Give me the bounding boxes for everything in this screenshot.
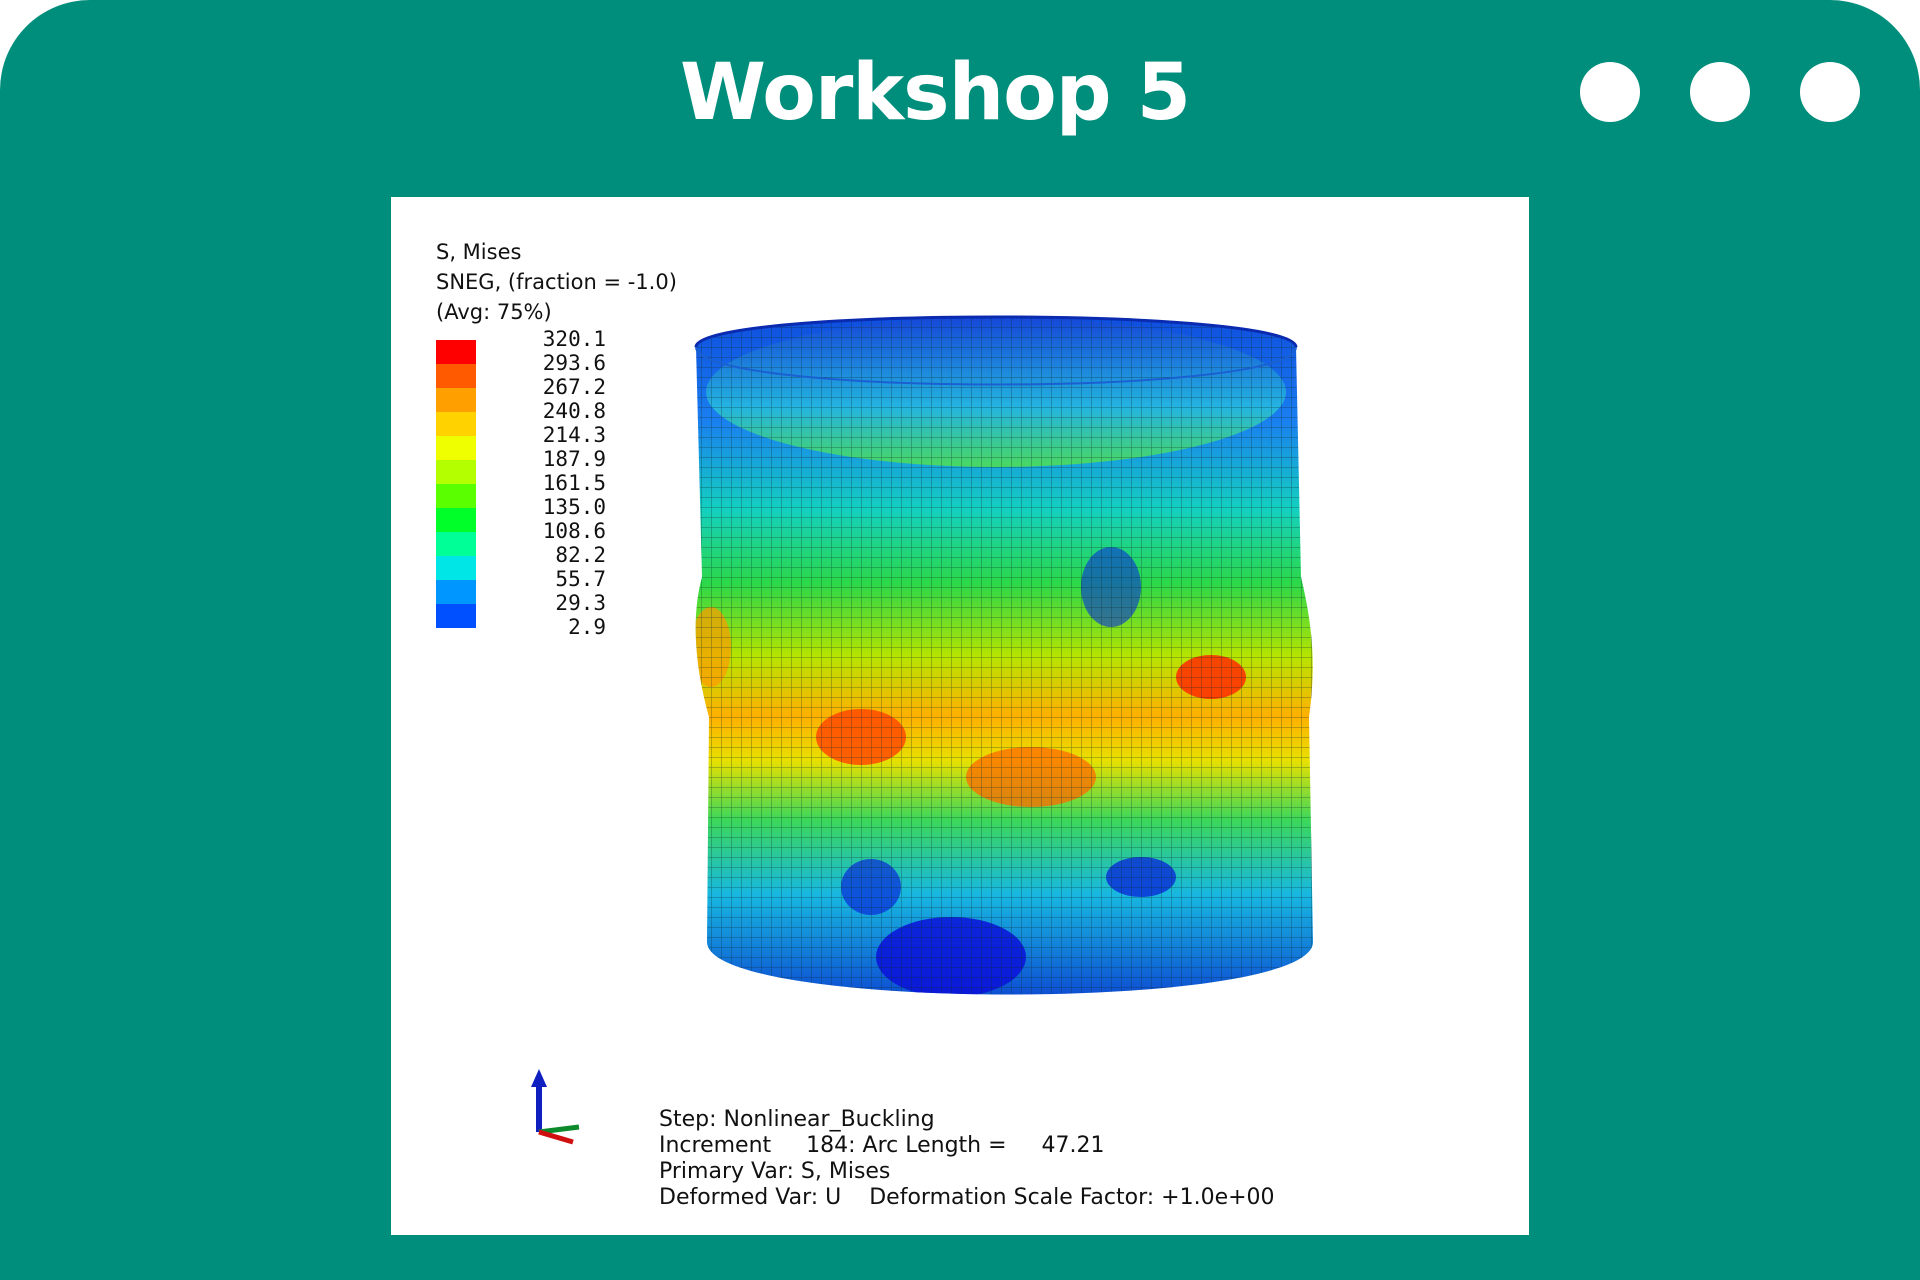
legend-value: 108.6 [542,519,606,543]
legend-swatch [436,556,476,580]
legend-value: 161.5 [542,471,606,495]
legend-value: 267.2 [542,375,606,399]
app-window: Workshop 5 S, Mises SNEG, (fraction = -1… [0,0,1920,1280]
legend-value: 2.9 [568,615,606,639]
legend-swatch [436,364,476,388]
legend-value: 55.7 [555,567,606,591]
step-label: Step: Nonlinear_Buckling [659,1107,935,1132]
legend-color-bar [436,340,476,628]
legend-value: 82.2 [555,543,606,567]
deformed-var-label: Deformed Var: U Deformation Scale Factor… [659,1185,1275,1210]
legend-value: 240.8 [542,399,606,423]
increment-label: Increment 184: Arc Length = 47.21 [659,1133,1105,1158]
menu-dot-icon[interactable] [1580,62,1640,122]
legend-swatch [436,412,476,436]
legend-value: 293.6 [542,351,606,375]
legend-swatch [436,340,476,364]
menu-dot-icon[interactable] [1690,62,1750,122]
legend-value: 187.9 [542,447,606,471]
window-menu-dots[interactable] [1580,62,1860,122]
legend-swatch [436,460,476,484]
menu-dot-icon[interactable] [1800,62,1860,122]
legend-swatch [436,388,476,412]
step-info: Step: Nonlinear_Buckling Increment 184: … [659,1107,1275,1211]
legend-value: 214.3 [542,423,606,447]
legend-title: S, Mises SNEG, (fraction = -1.0) (Avg: 7… [436,237,677,327]
legend-value: 135.0 [542,495,606,519]
primary-var-label: Primary Var: S, Mises [659,1159,891,1184]
legend-swatch [436,532,476,556]
legend-value: 320.1 [542,327,606,351]
legend-swatch [436,436,476,460]
legend-swatch [436,604,476,628]
coordinate-triad-icon [531,1069,580,1145]
fea-viewport[interactable]: S, Mises SNEG, (fraction = -1.0) (Avg: 7… [391,197,1529,1235]
legend-title-line: (Avg: 75%) [436,300,552,324]
legend-swatch [436,484,476,508]
legend-swatch [436,580,476,604]
legend-swatch [436,508,476,532]
legend-title-line: S, Mises [436,240,522,264]
legend-value: 29.3 [555,591,606,615]
legend-title-line: SNEG, (fraction = -1.0) [436,270,677,294]
